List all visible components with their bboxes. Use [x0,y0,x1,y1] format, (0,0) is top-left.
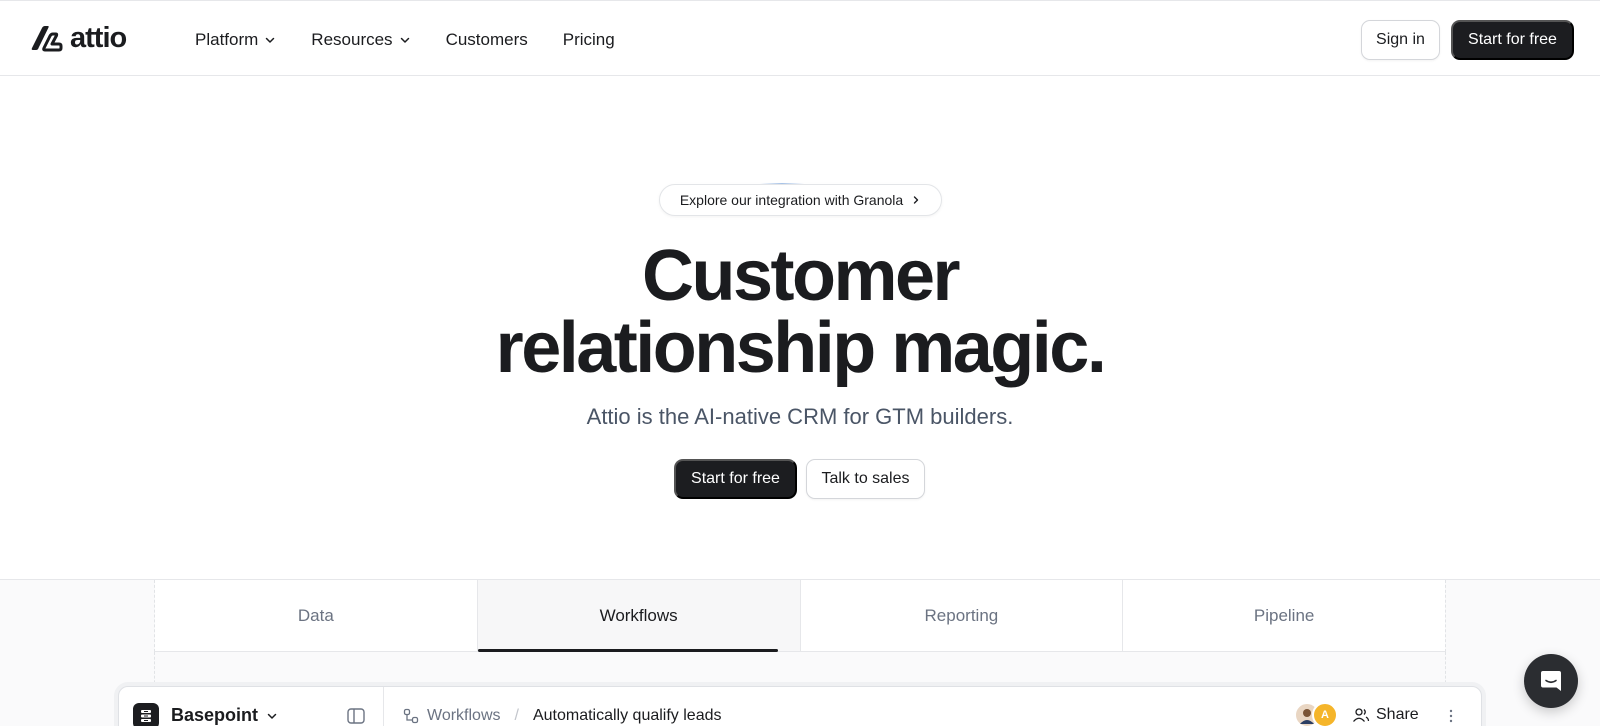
attio-logo-icon [31,26,63,52]
hero-title: Customer relationship magic. [0,240,1600,384]
chevron-right-icon [913,196,919,204]
tab-label: Data [297,605,334,625]
workspace-logo-icon [133,703,159,726]
tab-label: Pipeline [1253,605,1315,625]
chat-launcher-button[interactable] [1524,654,1578,708]
talk-to-sales-button[interactable]: Talk to sales [806,459,925,499]
chevron-down-icon [267,713,277,719]
start-for-free-nav-button[interactable]: Start for free [1451,20,1574,60]
users-icon [1353,708,1370,722]
brand-name: attio [70,22,127,54]
workflow-icon [403,708,419,724]
more-options-icon[interactable] [1449,709,1453,723]
app-preview-window: Basepoint Workflows / Automatically qual… [118,686,1482,726]
nav-item-platform[interactable]: Platform [195,27,276,53]
product-tabs: Data Workflows Reporting Pipeline [154,580,1446,652]
chevron-down-icon [266,37,275,43]
share-label: Share [1376,706,1419,723]
breadcrumb-workflows[interactable]: Workflows [403,707,501,725]
tab-label: Workflows [599,605,678,625]
start-for-free-hero-button[interactable]: Start for free [674,459,797,499]
nav-item-label: Customers [445,30,528,49]
tab-pipeline[interactable]: Pipeline [1123,580,1445,651]
guide-line-left [154,652,155,688]
announcement-text: Explore our integration with Granola [679,192,904,208]
guide-line-right [1445,652,1446,688]
nav-item-label: Resources [311,30,393,49]
tab-reporting[interactable]: Reporting [800,580,1124,651]
primary-nav: Platform Resources Customers Pricing [195,27,650,53]
tab-data[interactable]: Data [155,580,478,651]
hero-title-line-1: Customer [641,236,961,316]
hero-title-line-2: relationship magic. [495,308,1107,388]
chat-icon [1541,671,1561,691]
breadcrumb-separator: / [514,707,519,724]
nav-item-label: Pricing [562,30,615,49]
nav-item-label: Platform [195,30,259,49]
share-button[interactable]: Share [1352,706,1419,724]
avatar: A [1312,702,1338,726]
basepoint-icon [141,710,151,722]
workspace-name: Basepoint [171,705,259,725]
nav-item-customers[interactable]: Customers [446,27,528,53]
breadcrumb-workflows-label: Workflows [427,707,501,724]
announcement-pill[interactable]: Explore our integration with Granola [659,184,942,216]
workspace-switcher[interactable]: Basepoint [171,705,278,726]
chevron-down-icon [400,37,409,43]
app-sidebar: Basepoint [119,687,384,726]
tab-label: Reporting [924,605,999,625]
nav-item-pricing[interactable]: Pricing [563,27,615,53]
collaborator-avatars[interactable]: A [1294,702,1338,726]
active-tab-indicator [477,649,778,652]
attio-logo[interactable]: attio [30,22,127,54]
sign-in-button[interactable]: Sign in [1361,20,1440,60]
hero-subtitle: Attio is the AI-native CRM for GTM build… [586,404,1014,429]
top-navigation: attio Platform Resources Customers Prici… [0,0,1600,76]
sidebar-toggle-icon[interactable] [347,708,365,724]
nav-item-resources[interactable]: Resources [311,27,410,53]
breadcrumb-current: Automatically qualify leads [532,707,722,724]
tab-workflows[interactable]: Workflows [477,580,801,652]
breadcrumb: Workflows / Automatically qualify leads [403,707,722,725]
